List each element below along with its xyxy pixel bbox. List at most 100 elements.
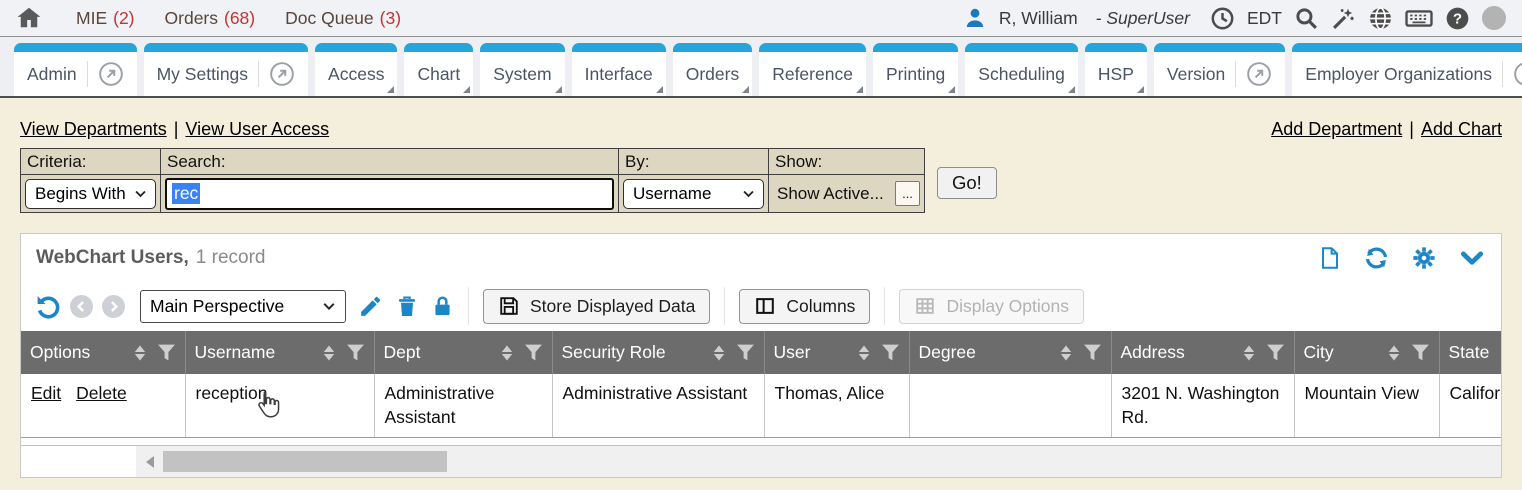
search-icon[interactable] <box>1294 6 1319 31</box>
tab-version[interactable]: Version <box>1154 43 1285 96</box>
criteria-select[interactable]: Begins With <box>25 179 156 209</box>
filter-icon[interactable] <box>736 343 755 362</box>
go-button[interactable]: Go! <box>937 167 997 199</box>
popout-icon[interactable] <box>1235 61 1272 87</box>
topbar-link-doc-queue[interactable]: Doc Queue (3) <box>285 8 401 29</box>
sort-icon[interactable] <box>1059 344 1073 362</box>
column-header-user[interactable]: User <box>764 331 909 374</box>
view-departments-link[interactable]: View Departments <box>20 119 167 139</box>
store-displayed-data-button[interactable]: Store Displayed Data <box>483 289 710 324</box>
topbar-link-label: Orders <box>165 8 218 29</box>
search-header: Search: <box>161 149 619 175</box>
tab-label: Access <box>328 64 384 85</box>
by-select[interactable]: Username <box>623 179 764 209</box>
toolbar-divider <box>468 287 469 325</box>
column-header-security-role[interactable]: Security Role <box>552 331 764 374</box>
tab-chart[interactable]: Chart <box>404 43 473 96</box>
delete-perspective-icon[interactable] <box>395 294 419 319</box>
sort-icon[interactable] <box>133 344 147 362</box>
tab-hsp[interactable]: HSP <box>1085 43 1147 96</box>
sort-icon[interactable] <box>322 344 336 362</box>
column-label: Security Role <box>562 342 666 363</box>
tab-scheduling[interactable]: Scheduling <box>965 43 1078 96</box>
tab-system[interactable]: System <box>480 43 564 96</box>
sort-icon[interactable] <box>1242 344 1256 362</box>
user-search-form: Criteria: Search: By: Show: Begins With … <box>20 148 1502 213</box>
lock-perspective-icon[interactable] <box>431 294 454 319</box>
tab-label: Interface <box>585 64 653 85</box>
undo-icon[interactable] <box>34 293 61 320</box>
tab-admin[interactable]: Admin <box>14 43 137 96</box>
tab-label: System <box>493 64 551 85</box>
user-icon[interactable] <box>963 6 987 30</box>
next-page-icon[interactable] <box>102 295 125 318</box>
prev-page-icon[interactable] <box>70 295 93 318</box>
user-name[interactable]: R, William <box>999 8 1078 29</box>
tab-orders[interactable]: Orders <box>673 43 752 96</box>
scrollbar-thumb[interactable] <box>163 451 447 472</box>
filter-icon[interactable] <box>1411 343 1430 362</box>
keyboard-icon[interactable] <box>1405 6 1433 31</box>
columns-button[interactable]: Columns <box>739 289 870 324</box>
column-header-city[interactable]: City <box>1294 331 1439 374</box>
filter-icon[interactable] <box>346 343 365 362</box>
criteria-select-value: Begins With <box>35 184 126 204</box>
tab-printing[interactable]: Printing <box>873 43 958 96</box>
column-header-options[interactable]: Options <box>21 331 185 374</box>
tab-employer-organizations[interactable]: Employer Organizations <box>1292 43 1522 96</box>
popout-icon[interactable] <box>87 61 124 87</box>
sort-icon[interactable] <box>500 344 514 362</box>
column-header-username[interactable]: Username <box>185 331 374 374</box>
topbar-link-orders[interactable]: Orders (68) <box>165 8 256 29</box>
sort-icon[interactable] <box>1387 344 1401 362</box>
filter-icon[interactable] <box>1083 343 1102 362</box>
tab-interface[interactable]: Interface <box>572 43 666 96</box>
popout-icon[interactable] <box>258 61 295 87</box>
globe-icon[interactable] <box>1368 6 1393 31</box>
popout-icon[interactable] <box>1502 61 1522 87</box>
show-browse-button[interactable]: ... <box>895 181 920 206</box>
home-icon[interactable] <box>16 5 42 31</box>
column-label: State <box>1449 342 1490 363</box>
tab-reference[interactable]: Reference <box>759 43 866 96</box>
edit-link[interactable]: Edit <box>31 383 61 403</box>
scroll-left-arrow-icon[interactable] <box>146 456 154 468</box>
collapse-chevron-icon[interactable] <box>1458 245 1486 271</box>
filter-icon[interactable] <box>524 343 543 362</box>
view-user-access-link[interactable]: View User Access <box>185 119 329 139</box>
perspective-select[interactable]: Main Perspective <box>140 290 346 323</box>
search-input[interactable]: rec <box>165 178 614 210</box>
link-separator: | <box>174 119 179 139</box>
horizontal-scrollbar[interactable] <box>21 446 1501 477</box>
tab-label: Reference <box>772 64 853 85</box>
status-dot-icon[interactable] <box>1482 6 1506 30</box>
new-document-icon[interactable] <box>1318 245 1342 271</box>
add-department-link[interactable]: Add Department <box>1271 119 1402 139</box>
column-header-degree[interactable]: Degree <box>909 331 1111 374</box>
help-icon[interactable]: ? <box>1445 6 1470 31</box>
refresh-icon[interactable] <box>1363 245 1390 271</box>
delete-link[interactable]: Delete <box>76 383 127 403</box>
show-header: Show: <box>769 149 925 175</box>
display-options-button[interactable]: Display Options <box>899 289 1084 324</box>
column-header-dept[interactable]: Dept <box>374 331 552 374</box>
column-header-address[interactable]: Address <box>1111 331 1294 374</box>
filter-icon[interactable] <box>157 343 176 362</box>
show-filter-value[interactable]: Show Active... <box>773 184 884 204</box>
tab-access[interactable]: Access <box>315 43 397 96</box>
tab-my-settings[interactable]: My Settings <box>144 43 308 96</box>
sort-icon[interactable] <box>712 344 726 362</box>
display-options-label: Display Options <box>946 296 1069 317</box>
gear-icon[interactable] <box>1411 245 1437 271</box>
chevron-down-icon <box>322 299 336 313</box>
wand-icon[interactable] <box>1331 6 1356 31</box>
sort-icon[interactable] <box>857 344 871 362</box>
add-chart-link[interactable]: Add Chart <box>1421 119 1502 139</box>
clock-icon[interactable] <box>1210 6 1235 31</box>
topbar-link-mie[interactable]: MIE (2) <box>76 8 135 29</box>
topbar-link-label: Doc Queue <box>285 8 374 29</box>
filter-icon[interactable] <box>881 343 900 362</box>
edit-perspective-icon[interactable] <box>358 294 383 319</box>
column-header-state[interactable]: State <box>1439 331 1501 374</box>
filter-icon[interactable] <box>1266 343 1285 362</box>
